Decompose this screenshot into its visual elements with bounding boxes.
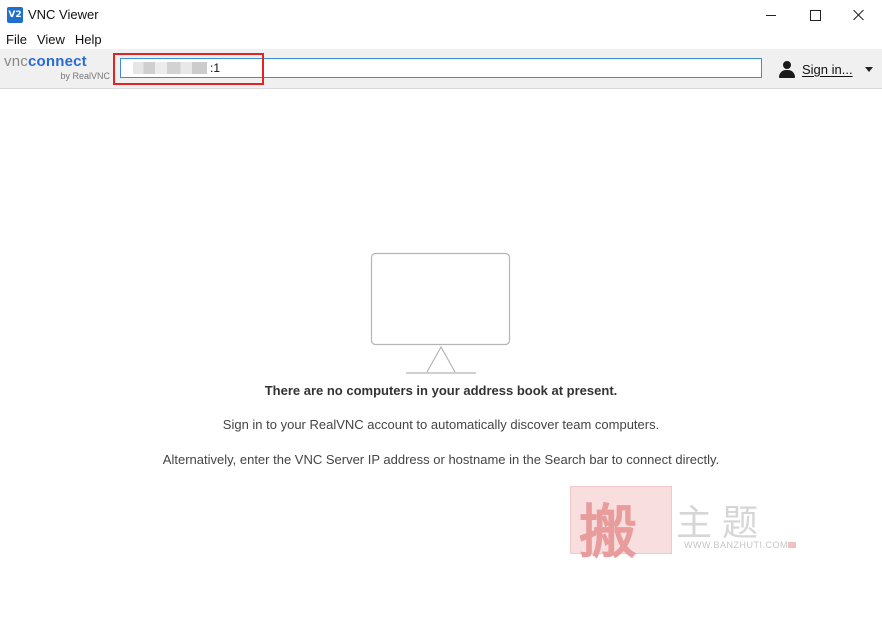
watermark-seal: 搬 xyxy=(570,486,672,566)
close-button[interactable] xyxy=(836,0,882,30)
title-bar: V2 VNC Viewer xyxy=(0,0,882,30)
empty-state-signin-hint: Sign in to your RealVNC account to autom… xyxy=(222,417,660,432)
sign-in-label: Sign in... xyxy=(802,61,853,77)
watermark-url: WWW.BANZHUTI.COM xyxy=(684,540,788,550)
close-icon xyxy=(853,9,865,21)
monitor-icon xyxy=(370,252,511,374)
menu-help[interactable]: Help xyxy=(70,30,107,49)
watermark-text: 主题 xyxy=(676,503,769,544)
menu-file[interactable]: File xyxy=(0,30,32,49)
logo-connect-text: connect xyxy=(27,53,87,70)
maximize-button[interactable] xyxy=(792,0,838,30)
window-title: VNC Viewer xyxy=(28,7,99,22)
vnc-connect-logo: vncconnect by RealVNC xyxy=(4,53,112,83)
sign-in-button[interactable]: Sign in... xyxy=(778,59,873,79)
vnc-app-icon: V2 xyxy=(7,7,23,23)
minimize-button[interactable] xyxy=(748,0,794,30)
vnc-viewer-window: V2 VNC Viewer File View Help vncconnect … xyxy=(0,0,882,628)
empty-state-headline: There are no computers in your address b… xyxy=(264,383,618,398)
chevron-down-icon[interactable] xyxy=(864,66,873,72)
watermark-char: 搬 xyxy=(579,498,638,566)
maximize-icon xyxy=(809,9,821,21)
minimize-icon xyxy=(766,14,776,16)
logo-wordmark: vncconnect xyxy=(4,53,87,70)
watermark-dot xyxy=(788,542,796,548)
annotation-highlight-box xyxy=(113,53,264,85)
empty-state-search-hint: Alternatively, enter the VNC Server IP a… xyxy=(162,452,720,467)
watermark: 搬 主题 WWW.BANZHUTI.COM xyxy=(570,486,800,566)
logo-vnc-text: vnc xyxy=(4,53,28,70)
menu-bar: File View Help xyxy=(0,30,882,49)
user-icon xyxy=(778,60,796,78)
menu-view[interactable]: View xyxy=(32,30,70,49)
logo-byline: by RealVNC xyxy=(60,71,110,81)
